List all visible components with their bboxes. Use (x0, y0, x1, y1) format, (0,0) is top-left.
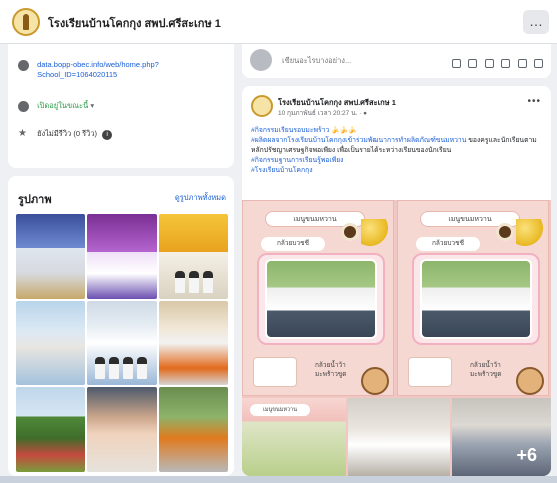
hashtag[interactable]: #โรงเรียนบ้านโคกกุง (251, 166, 545, 176)
coconut-icon (341, 223, 359, 241)
post-author-avatar[interactable] (251, 95, 273, 117)
clock-icon (18, 100, 29, 112)
hashtag[interactable]: #กิจกรรมเรียนรอบมะพร้าว 🍌🍌🍌 (251, 126, 545, 136)
location-icon[interactable] (501, 59, 511, 68)
hashtag[interactable]: #ผลิตผลจากโรงเรียนบ้านโคกกุงเข้าร่วมพัฒน… (251, 137, 466, 144)
dessert-photo (253, 357, 297, 387)
post-timestamp[interactable]: 10 กุมภาพันธ์ เวลา 20:27 น. · ● (278, 108, 367, 118)
photo-grid (16, 214, 228, 472)
feed-post: โรงเรียนบ้านโคกกุง สพป.ศรีสะเกษ 1 10 กุม… (242, 86, 551, 476)
open-status[interactable]: เปิดอยู่ในขณะนี้ (37, 101, 88, 110)
media-image[interactable]: เมนูขนมหวาน กล้วยบวชชี กล้วยน้ำว้า มะพร้า… (242, 200, 394, 396)
more-options-button[interactable]: … (523, 10, 549, 34)
more-photos-count[interactable]: +6 (516, 445, 537, 466)
more-icon[interactable] (534, 59, 543, 68)
media-strip: เมนูขนมหวาน +6 (242, 398, 551, 476)
photo-thumbnail[interactable] (158, 387, 228, 472)
poster-note: กล้วยน้ำว้า มะพร้าวขูด (315, 362, 347, 378)
horizontal-scrollbar[interactable] (0, 476, 557, 483)
photo-thumbnail[interactable] (16, 387, 86, 472)
poster-subtitle: กล้วยบวชชี (416, 237, 480, 251)
student-figure (95, 357, 106, 380)
website-row: data.bopp-obec.info/web/home.php? School_… (18, 60, 159, 80)
see-all-photos-link[interactable]: ดูรูปภาพทั้งหมด (175, 192, 226, 204)
reviews-text: ยังไม่มีรีวิว (0 รีวิว) (37, 129, 98, 138)
photo-thumbnail[interactable] (158, 214, 228, 299)
page-title[interactable]: โรงเรียนบ้านโคกกุง สพป.ศรีสะเกษ 1 (48, 14, 221, 32)
media-image[interactable] (348, 398, 450, 476)
banana-icon (516, 219, 546, 249)
gif-icon[interactable] (517, 59, 527, 68)
composer-tools (449, 55, 543, 73)
media-image[interactable]: +6 (452, 398, 551, 476)
poster-subtitle: กล้วยบวชชี (261, 237, 325, 251)
composer-input[interactable] (278, 52, 428, 69)
post-more-button[interactable]: ••• (527, 96, 541, 107)
student-figure (137, 357, 148, 380)
tag-icon[interactable] (468, 59, 478, 68)
photo-thumbnail[interactable] (87, 387, 157, 472)
student-figure (174, 270, 185, 293)
hours-row: เปิดอยู่ในขณะนี้ ▾ (18, 100, 94, 112)
post-composer (242, 44, 551, 78)
intro-card: data.bopp-obec.info/web/home.php? School_… (8, 44, 234, 168)
chevron-down-icon[interactable]: ▾ (90, 101, 94, 110)
photo-thumbnail[interactable] (16, 214, 86, 299)
photo-thumbnail[interactable] (158, 300, 228, 386)
poster-title: เมนูขนมหวาน (250, 404, 310, 416)
photo-thumbnail[interactable] (16, 300, 86, 386)
student-figure (188, 270, 199, 293)
student-figure (202, 270, 213, 293)
info-icon[interactable]: i (102, 130, 113, 140)
emoji-icon[interactable] (484, 59, 494, 68)
reviews-row: ★ ยังไม่มีรีวิว (0 รีวิว) i (18, 127, 113, 140)
student-figure (123, 357, 134, 380)
coconut-icon (496, 223, 514, 241)
photo-thumbnail[interactable] (87, 214, 157, 299)
school-logo[interactable] (12, 8, 40, 36)
media-image[interactable]: เมนูขนมหวาน กล้วยบวชชี กล้วยน้ำว้า มะพร้า… (397, 200, 549, 396)
group-photo (265, 259, 377, 339)
student-figure (109, 357, 120, 380)
website-link[interactable]: data.bopp-obec.info/web/home.php? School_… (37, 60, 159, 80)
post-media[interactable]: เมนูขนมหวาน กล้วยบวชชี กล้วยน้ำว้า มะพร้า… (242, 200, 551, 476)
banana-icon (361, 219, 391, 249)
poster-note: กล้วยน้ำว้า มะพร้าวขูด (470, 362, 502, 378)
avatar[interactable] (250, 49, 272, 71)
hashtag[interactable]: #กิจกรรมฐานการเรียนรู้พอเพียง (251, 156, 545, 166)
photo-thumbnail[interactable] (87, 300, 157, 386)
photo-icon[interactable] (451, 59, 461, 68)
globe-icon (18, 60, 29, 71)
star-icon: ★ (18, 127, 27, 139)
page-header: โรงเรียนบ้านโคกกุง สพป.ศรีสะเกษ 1 … (0, 0, 557, 44)
cartoon-face-icon (361, 367, 389, 395)
group-photo (420, 259, 532, 339)
photos-heading: รูปภาพ (18, 194, 52, 206)
post-body: #กิจกรรมเรียนรอบมะพร้าว 🍌🍌🍌 #ผลิตผลจากโร… (251, 126, 545, 176)
post-line: #ผลิตผลจากโรงเรียนบ้านโคกกุงเข้าร่วมพัฒน… (251, 137, 537, 154)
cartoon-face-icon (516, 367, 544, 395)
photos-card: รูปภาพ ดูรูปภาพทั้งหมด (8, 176, 234, 476)
media-image[interactable]: เมนูขนมหวาน (242, 398, 346, 476)
dessert-photo (408, 357, 452, 387)
